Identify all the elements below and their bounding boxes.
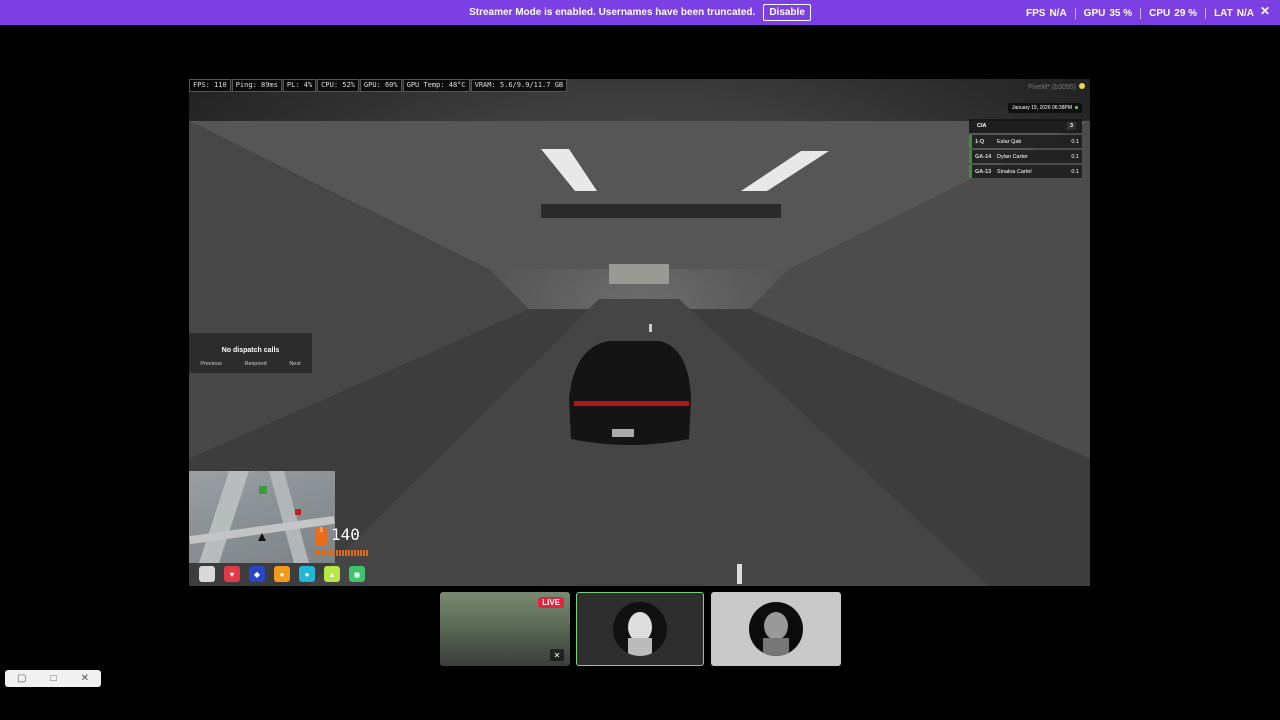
live-stream-thumbnail[interactable]: LIVE ✕ xyxy=(440,592,570,666)
status-icons: ♥ ◆ ● ● ▲ ◉ xyxy=(199,566,365,582)
perf-fps: FPS: 110 xyxy=(189,79,231,92)
perf-ping: Ping: 89ms xyxy=(231,79,282,92)
scoreboard-header: CIA 3 xyxy=(969,119,1082,133)
streamer-mode-banner: Streamer Mode is enabled. Usernames have… xyxy=(0,0,1280,25)
stat-cpu: CPU 29 % xyxy=(1140,8,1205,19)
scoreboard-row: GA-14 Dylan Carter 0.1 xyxy=(969,150,1082,163)
armor-icon: ◆ xyxy=(249,566,265,582)
stat-lat: LAT N/A xyxy=(1205,8,1262,19)
perf-gpu-temp: GPU Temp: 48°C xyxy=(402,79,470,92)
perf-gpu: GPU: 60% xyxy=(359,79,402,92)
online-dot-icon xyxy=(1075,106,1078,109)
snap-layout-icon[interactable]: ▢ xyxy=(17,673,26,684)
voice-icon: ◉ xyxy=(349,566,365,582)
heart-icon: ♥ xyxy=(224,566,240,582)
scoreboard-row: 1-Q Eslar Qab 0.1 xyxy=(969,135,1082,148)
status-dot-icon xyxy=(1079,83,1085,89)
dispatch-next: Next xyxy=(289,361,301,367)
disable-streamer-mode-button[interactable]: Disable xyxy=(763,4,811,21)
dispatch-title: No dispatch calls xyxy=(221,347,280,354)
close-icon[interactable]: ✕ xyxy=(1260,4,1270,18)
client-tag: FiveM* (b3095) xyxy=(1028,83,1085,91)
avatar xyxy=(613,602,667,656)
dispatch-respond: Respond xyxy=(244,361,267,367)
participant-tile-active[interactable] xyxy=(576,592,704,666)
banner-message: Streamer Mode is enabled. Usernames have… xyxy=(469,7,756,18)
water-icon: ● xyxy=(299,566,315,582)
game-stream-viewport[interactable]: FPS: 110 Ping: 89ms PL: 4% CPU: 52% GPU:… xyxy=(189,79,1090,586)
gear-indicator: 3 xyxy=(315,528,327,546)
perf-pl: PL: 4% xyxy=(282,79,317,92)
participant-tile[interactable] xyxy=(711,592,841,666)
food-icon: ● xyxy=(274,566,290,582)
stamina-icon: ▲ xyxy=(324,566,340,582)
stat-gpu: GPU 35 % xyxy=(1074,8,1140,19)
stat-fps: FPS N/A xyxy=(1025,8,1067,19)
minimap xyxy=(189,471,335,563)
live-badge: LIVE xyxy=(538,597,564,608)
dispatch-previous: Previous xyxy=(200,361,222,367)
avatar xyxy=(749,602,803,656)
scoreboard: CIA 3 1-Q Eslar Qab 0.1 GA-14 Dylan Carter 0… xyxy=(969,119,1082,178)
perf-vram: VRAM: 5.6/9.9/11.7 GB xyxy=(470,79,568,92)
scoreboard-row: GA-13 Sinaloa Cartel 0.1 xyxy=(969,165,1082,178)
dispatch-panel: No dispatch calls Previous Respond Next xyxy=(189,333,312,373)
close-window-icon[interactable]: ✕ xyxy=(81,673,89,684)
fivem-perf-overlay: FPS: 110 Ping: 89ms PL: 4% CPU: 52% GPU:… xyxy=(189,79,568,92)
ingame-datetime: January 19, 2026 06:38PM xyxy=(1007,103,1082,113)
rpm-bar xyxy=(315,550,369,556)
perf-cpu: CPU: 52% xyxy=(317,79,359,92)
speed-value: 140 xyxy=(331,525,360,544)
window-controls: ▢ □ ✕ xyxy=(5,670,101,687)
maximize-icon[interactable]: □ xyxy=(51,673,57,684)
muted-icon[interactable]: ✕ xyxy=(550,649,564,661)
shield-icon xyxy=(199,566,215,582)
performance-stats: FPS N/A GPU 35 % CPU 29 % LAT N/A xyxy=(1018,8,1262,19)
speedometer: 3 140 xyxy=(315,525,375,561)
